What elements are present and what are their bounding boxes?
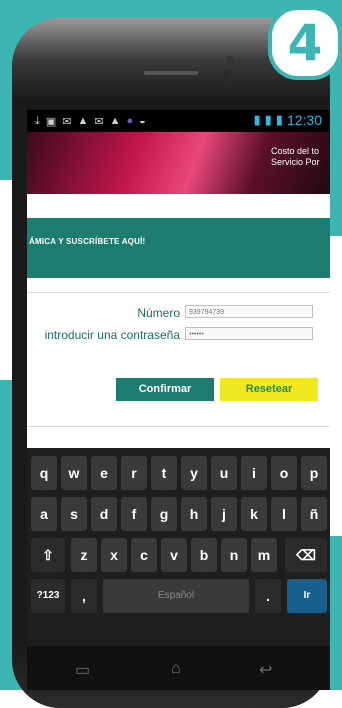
clock: 12:30	[286, 112, 322, 128]
warning-icon: ▲	[109, 115, 121, 127]
key-j[interactable]: j	[211, 497, 237, 531]
promo-strip[interactable]: ÁMICA Y SUSCRÍBETE AQUÍ!	[27, 218, 330, 278]
wifi-icon: ◒	[139, 115, 146, 127]
key-n-tilde[interactable]: ñ	[301, 497, 327, 531]
key-c[interactable]: c	[131, 538, 157, 572]
numero-row: Número 939794739	[27, 304, 330, 324]
phone-screen: ⤓ ▣ ✉ ▲ ✉ ▲ ● ◒ ▮ ▮ ▮ 12:30 Costo del to…	[27, 110, 330, 646]
android-nav-bar: ▭ ⌂ ↩	[27, 646, 330, 690]
key-b[interactable]: b	[191, 538, 217, 572]
key-l[interactable]: l	[271, 497, 297, 531]
signal-icon: ▮	[264, 112, 272, 127]
go-key[interactable]: Ir	[287, 579, 327, 613]
spacer	[27, 194, 330, 218]
numero-input[interactable]: 939794739	[185, 305, 313, 318]
password-row: introducir una contraseña ••••••	[27, 326, 330, 346]
promo-text: ÁMICA Y SUSCRÍBETE AQUÍ!	[29, 237, 146, 246]
key-q[interactable]: q	[31, 456, 57, 490]
comma-key[interactable]: ,	[71, 579, 97, 613]
battery-icon: ▮	[275, 112, 283, 127]
image-icon: ▣	[45, 115, 57, 128]
key-h[interactable]: h	[181, 497, 207, 531]
period-key[interactable]: .	[255, 579, 281, 613]
space-key[interactable]: Español	[103, 579, 249, 613]
status-bar: ⤓ ▣ ✉ ▲ ✉ ▲ ● ◒ ▮ ▮ ▮ 12:30	[27, 110, 330, 132]
key-o[interactable]: o	[271, 456, 297, 490]
numero-label: Número	[137, 306, 180, 320]
password-input[interactable]: ••••••	[185, 327, 313, 340]
shift-key[interactable]: ⇧	[31, 538, 65, 572]
key-g[interactable]: g	[151, 497, 177, 531]
download-icon: ⤓	[35, 114, 40, 127]
mail-icon: ✉	[94, 115, 104, 128]
key-v[interactable]: v	[161, 538, 187, 572]
promo-banner-image: Costo del to Servicio Por	[27, 132, 330, 194]
front-camera	[226, 56, 234, 64]
key-y[interactable]: y	[181, 456, 207, 490]
key-p[interactable]: p	[301, 456, 327, 490]
confirm-button[interactable]: Confirmar	[116, 378, 214, 401]
key-n[interactable]: n	[221, 538, 247, 572]
back-icon[interactable]: ↩	[259, 660, 272, 680]
app-icon: ●	[126, 115, 134, 127]
password-label: introducir una contraseña	[44, 328, 180, 342]
key-x[interactable]: x	[101, 538, 127, 572]
keyboard-row-2: a s d f g h j k l ñ	[27, 497, 330, 531]
speaker-grille	[144, 71, 198, 75]
key-w[interactable]: w	[61, 456, 87, 490]
warning-icon: ▲	[77, 115, 89, 127]
proximity-sensor	[224, 70, 230, 82]
key-s[interactable]: s	[61, 497, 87, 531]
step-number-badge: 4	[268, 6, 342, 80]
divider	[27, 426, 330, 427]
key-r[interactable]: r	[121, 456, 147, 490]
keyboard-row-3: ⇧ z x c v b n m ⌫	[27, 538, 330, 572]
keyboard-row-4: ?123 , Español . Ir	[27, 579, 330, 613]
key-d[interactable]: d	[91, 497, 117, 531]
home-icon[interactable]: ⌂	[171, 660, 181, 678]
key-f[interactable]: f	[121, 497, 147, 531]
reset-button[interactable]: Resetear	[220, 378, 318, 401]
key-m[interactable]: m	[251, 538, 277, 572]
signal-icon: ▮	[253, 112, 261, 127]
banner-caption: Costo del to Servicio Por	[271, 146, 320, 167]
key-i[interactable]: i	[241, 456, 267, 490]
key-u[interactable]: u	[211, 456, 237, 490]
key-t[interactable]: t	[151, 456, 177, 490]
backspace-key[interactable]: ⌫	[285, 538, 327, 572]
key-k[interactable]: k	[241, 497, 267, 531]
key-z[interactable]: z	[71, 538, 97, 572]
status-right: ▮ ▮ ▮ 12:30	[253, 112, 322, 128]
keyboard-row-1: q w e r t y u i o p	[27, 456, 330, 490]
mail-icon: ✉	[62, 115, 72, 128]
key-e[interactable]: e	[91, 456, 117, 490]
recent-apps-icon[interactable]: ▭	[75, 660, 90, 680]
notification-icons: ⤓ ▣ ✉ ▲ ✉ ▲ ● ◒	[35, 113, 146, 129]
divider	[27, 292, 330, 293]
soft-keyboard: q w e r t y u i o p a s d f g h j k l ñ …	[27, 448, 330, 646]
key-a[interactable]: a	[31, 497, 57, 531]
symbols-key[interactable]: ?123	[31, 579, 65, 613]
